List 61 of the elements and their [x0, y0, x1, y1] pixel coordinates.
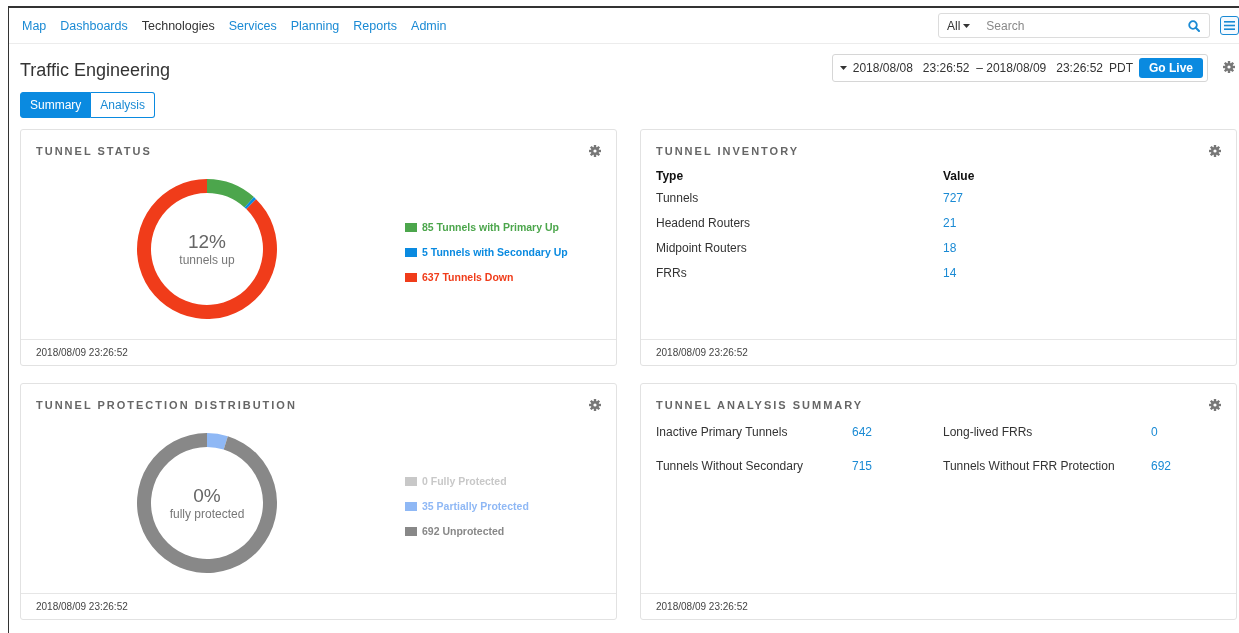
value-link[interactable]: 727 [943, 191, 1216, 216]
table-cell: Headend Routers [656, 216, 943, 241]
caret-icon [963, 23, 971, 28]
metric-label: Inactive Primary Tunnels [656, 425, 789, 439]
nav-link[interactable]: Services [228, 18, 277, 33]
card-title: TUNNEL ANALYSIS SUMMARY [656, 399, 864, 413]
column-header: Value [943, 169, 976, 185]
metric-label: Long-lived FRRs [943, 425, 1034, 439]
card-timestamp: 2018/08/09 23:26:52 [21, 339, 616, 365]
legend-label[interactable]: 637 Tunnels Down [422, 271, 514, 283]
column-header: Type [656, 169, 943, 191]
caret-icon [839, 66, 847, 70]
value-link[interactable]: 14 [943, 266, 1216, 291]
value-link[interactable]: 18 [943, 241, 1216, 266]
card-timestamp: 2018/08/09 23:26:52 [21, 593, 616, 619]
timezone-label: PDT [1109, 61, 1133, 75]
nav-link[interactable]: Dashboards [60, 18, 128, 33]
menu-icon [1224, 21, 1235, 30]
tab[interactable]: Analysis [91, 92, 156, 118]
metric-label: Tunnels Without Secondary [656, 459, 804, 473]
legend-label[interactable]: 692 Unprotected [422, 525, 505, 537]
nav-link[interactable]: Technologies [141, 18, 215, 33]
search-icon[interactable] [1188, 19, 1200, 32]
settings-icon[interactable] [589, 399, 601, 411]
table-cell: Midpoint Routers [656, 241, 943, 266]
nav-link[interactable]: Map [22, 18, 47, 33]
legend-label[interactable]: 5 Tunnels with Secondary Up [422, 246, 568, 258]
value-link[interactable]: 21 [943, 216, 1216, 241]
metric-value-link[interactable]: 0 [1151, 425, 1211, 439]
center-value: 0% [193, 485, 221, 507]
date-range: 2018/08/08 23:26:52 – 2018/08/09 23:26:52 [852, 61, 1103, 75]
date-range-picker[interactable]: 2018/08/08 23:26:52 – 2018/08/09 23:26:52 PDT Go Live [831, 54, 1208, 82]
card-title: TUNNEL PROTECTION DISTRIBUTION [36, 399, 297, 413]
card-timestamp: 2018/08/09 23:26:52 [641, 339, 1236, 365]
metric-value-link[interactable]: 692 [1151, 459, 1211, 473]
nav-link[interactable]: Reports [353, 18, 398, 33]
menu-button[interactable] [1220, 16, 1239, 35]
center-label: fully protected [169, 507, 245, 521]
metric-value-link[interactable]: 642 [852, 425, 943, 439]
search-field[interactable]: All Search [938, 13, 1210, 38]
card-title: TUNNEL STATUS [36, 145, 152, 159]
settings-icon[interactable] [1209, 399, 1221, 411]
legend-label[interactable]: 35 Partially Protected [422, 500, 529, 512]
metric-value-link[interactable]: 715 [852, 459, 943, 473]
table-cell: FRRs [656, 266, 943, 291]
legend-label[interactable]: 85 Tunnels with Primary Up [422, 221, 559, 233]
metric-label: Tunnels Without FRR Protection [943, 459, 1116, 473]
card-timestamp: 2018/08/09 23:26:52 [641, 593, 1236, 619]
nav-link[interactable]: Planning [290, 18, 340, 33]
scope-dropdown[interactable]: All [939, 18, 979, 33]
center-label: tunnels up [179, 253, 235, 267]
settings-icon[interactable] [1209, 145, 1221, 157]
page-title: Traffic Engineering [20, 58, 172, 81]
settings-icon[interactable] [589, 145, 601, 157]
tab[interactable]: Summary [20, 92, 92, 118]
table-cell: Tunnels [656, 191, 943, 216]
center-value: 12% [188, 231, 226, 253]
nav-link[interactable]: Admin [411, 18, 447, 33]
settings-icon[interactable] [1223, 60, 1235, 73]
card-title: TUNNEL INVENTORY [656, 145, 800, 159]
go-live-button[interactable]: Go Live [1139, 58, 1203, 78]
